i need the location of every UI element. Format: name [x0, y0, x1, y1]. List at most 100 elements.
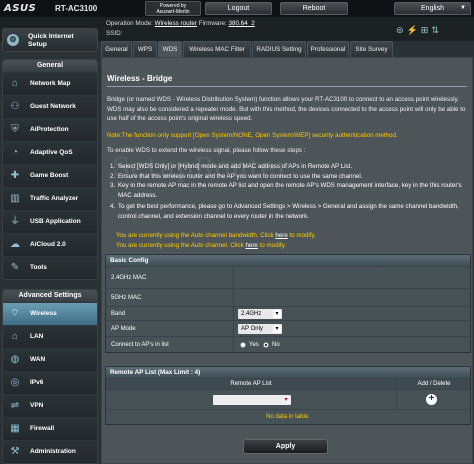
connect-no-label: No — [272, 342, 280, 348]
ap-mode-select[interactable]: AP Only ▾ — [238, 324, 282, 334]
bandwidth-here-link[interactable]: here — [275, 232, 287, 239]
operation-mode-line: Operation Mode: Wireless router Firmware… — [106, 20, 255, 27]
vpn-icon: ⇌ — [10, 400, 20, 411]
step-text: Select [WDS Only] or [Hybrid] mode and a… — [118, 163, 353, 170]
ap-mode-label: AP Mode — [111, 326, 136, 332]
sidebar-item-firewall[interactable]: ▦ Firewall — [3, 417, 97, 440]
chart-icon: ▥ — [10, 193, 20, 204]
sidebar-item-label: Guest Network — [30, 103, 76, 110]
sidebar-item-aicloud[interactable]: ☁ AiCloud 2.0 — [3, 233, 97, 256]
add-circle-icon[interactable]: + — [426, 394, 437, 405]
clients-status-icon[interactable]: ⊞ — [421, 25, 432, 35]
remote-ap-heading: Remote AP List (Max Limit : 4) — [106, 367, 470, 378]
channel-warning-text: You are currently using the Auto channel… — [116, 242, 244, 249]
quick-internet-setup-button[interactable]: ⚙ Quick Internet Setup — [2, 28, 98, 52]
home-icon: ⌂ — [11, 331, 19, 342]
table-row: Connect to AP's in list Yes No — [106, 336, 470, 352]
sidebar-item-aiprotection[interactable]: ⛨ AiProtection — [3, 118, 97, 141]
table-row: 2.4GHz MAC — [106, 266, 470, 288]
reboot-button[interactable]: Reboot — [280, 2, 348, 15]
router-model: RT-AC3100 — [55, 4, 98, 13]
sidebar-item-traffic-analyzer[interactable]: ▥ Traffic Analyzer — [3, 187, 97, 210]
wifi-status-icon[interactable]: ⊜ — [396, 25, 407, 35]
channel-warning-tail: to modify. — [259, 242, 286, 249]
sidebar-item-network-map[interactable]: ⌂ Network Map — [3, 72, 97, 95]
guest-network-icon: ⚇ — [10, 101, 20, 112]
tab-general[interactable]: General — [101, 41, 132, 57]
sidebar-item-label: Adaptive QoS — [30, 149, 73, 156]
table-header-row: Remote AP List Add / Delete — [106, 378, 470, 389]
mac-24-label: 2.4GHz MAC — [111, 275, 147, 281]
sidebar-item-label: AiCloud 2.0 — [30, 241, 66, 248]
sidebar-item-administration[interactable]: ⚒ Administration — [3, 440, 97, 463]
chevron-down-icon: ▼ — [460, 5, 466, 11]
firmware-link[interactable]: 380.64_2 — [229, 20, 255, 27]
operation-mode-label: Operation Mode: — [106, 20, 153, 27]
apply-button[interactable]: Apply — [243, 439, 328, 454]
title-divider — [107, 86, 467, 87]
admin-icon: ⚒ — [10, 446, 20, 457]
firewall-icon: ▦ — [10, 423, 20, 434]
sidebar-item-wan[interactable]: ◍ WAN — [3, 348, 97, 371]
ap-mode-value: AP Only — [241, 326, 263, 332]
logout-button[interactable]: Logout — [205, 2, 272, 15]
sidebar-item-adaptive-qos[interactable]: ◔ Adaptive QoS — [3, 141, 97, 164]
bandwidth-warning: You are currently using the Auto channel… — [116, 232, 316, 239]
chevron-down-icon: ▾ — [273, 310, 281, 318]
remote-ap-mac-input[interactable]: ▾ — [213, 395, 291, 405]
step-text: Ensure that this wireless router and the… — [118, 172, 363, 180]
advanced-menu: Advanced Settings ⌔ Wireless ⌂ LAN ◍ WAN ◎ I… — [2, 289, 98, 464]
qos-gauge-icon: ◔ — [11, 147, 19, 158]
sidebar-item-label: Network Map — [30, 80, 71, 87]
content-panel: SetupRouter Wireless - Bridge Bridge (or… — [101, 57, 473, 464]
sidebar-item-game-boost[interactable]: ✚ Game Boost — [3, 164, 97, 187]
sidebar-item-ipv6[interactable]: ◎ IPv6 — [3, 371, 97, 394]
sidebar-item-lan[interactable]: ⌂ LAN — [3, 325, 97, 348]
qis-label: Quick Internet Setup — [28, 33, 74, 49]
security-note: Note:The function only support [Open Sys… — [107, 132, 398, 139]
sidebar-item-label: AiProtection — [30, 126, 69, 133]
sidebar-item-vpn[interactable]: ⇌ VPN — [3, 394, 97, 417]
tab-site-survey[interactable]: Site Survey — [350, 41, 393, 57]
connect-no-radio[interactable] — [263, 342, 269, 348]
sidebar-item-usb-application[interactable]: ⏚ USB Application — [3, 210, 97, 233]
sidebar-item-label: Game Boost — [30, 172, 69, 179]
tab-radius-setting[interactable]: RADIUS Setting — [252, 41, 306, 57]
network-map-icon: ⌂ — [11, 78, 19, 89]
wireless-icon: ⌔ — [10, 308, 20, 319]
sidebar-item-wireless[interactable]: ⌔ Wireless — [3, 302, 97, 325]
channel-here-link[interactable]: here — [245, 242, 257, 249]
table-row: No data in table. — [106, 409, 470, 424]
sidebar-item-label: VPN — [30, 402, 44, 409]
sidebar-item-tools[interactable]: ✎ Tools — [3, 256, 97, 279]
tab-wps[interactable]: WPS — [133, 41, 157, 57]
empty-table-message: No data in table. — [266, 414, 310, 420]
qis-label-line1: Quick Internet — [28, 33, 74, 40]
network-status-icon[interactable]: ⇅ — [431, 25, 442, 35]
band-value: 2.4GHz — [241, 311, 262, 317]
qis-gear-icon: ⚙ — [7, 34, 19, 46]
basic-config-heading: Basic Config — [106, 255, 470, 266]
asus-logo: ASUS — [4, 3, 37, 14]
sidebar: ⚙ Quick Internet Setup General ⌂ Network … — [0, 26, 99, 464]
step-text: To get the best performance, please go t… — [118, 203, 459, 220]
globe-icon: ◍ — [10, 354, 20, 365]
tab-wireless-mac-filter[interactable]: Wireless MAC Filter — [183, 41, 251, 57]
usb-status-icon[interactable]: ⚡ — [407, 25, 421, 35]
general-menu: General ⌂ Network Map ⚇ Guest Network ⛨ AiP… — [2, 59, 98, 280]
connect-yes-radio[interactable] — [240, 342, 246, 348]
basic-config-table: Basic Config 2.4GHz MAC 5GHz MAC Band 2.… — [105, 254, 471, 353]
step-item: 1. Select [WDS Only] or [Hybrid] mode and… — [110, 163, 353, 170]
tab-professional[interactable]: Professional — [307, 41, 349, 57]
shield-icon: ⛨ — [11, 124, 19, 135]
col-remote-ap-list: Remote AP List — [230, 381, 272, 387]
sidebar-item-label: LAN — [30, 333, 44, 340]
band-select[interactable]: 2.4GHz ▾ — [238, 309, 282, 319]
gamepad-icon: ✚ — [10, 170, 20, 181]
step-item: 2. Ensure that this wireless router and t… — [110, 172, 363, 180]
tab-wds[interactable]: WDS — [158, 41, 182, 57]
table-row: 5GHz MAC — [106, 288, 470, 306]
sidebar-item-guest-network[interactable]: ⚇ Guest Network — [3, 95, 97, 118]
language-select[interactable]: English ▼ — [394, 2, 471, 15]
operation-mode-link[interactable]: Wireless router — [155, 20, 197, 27]
